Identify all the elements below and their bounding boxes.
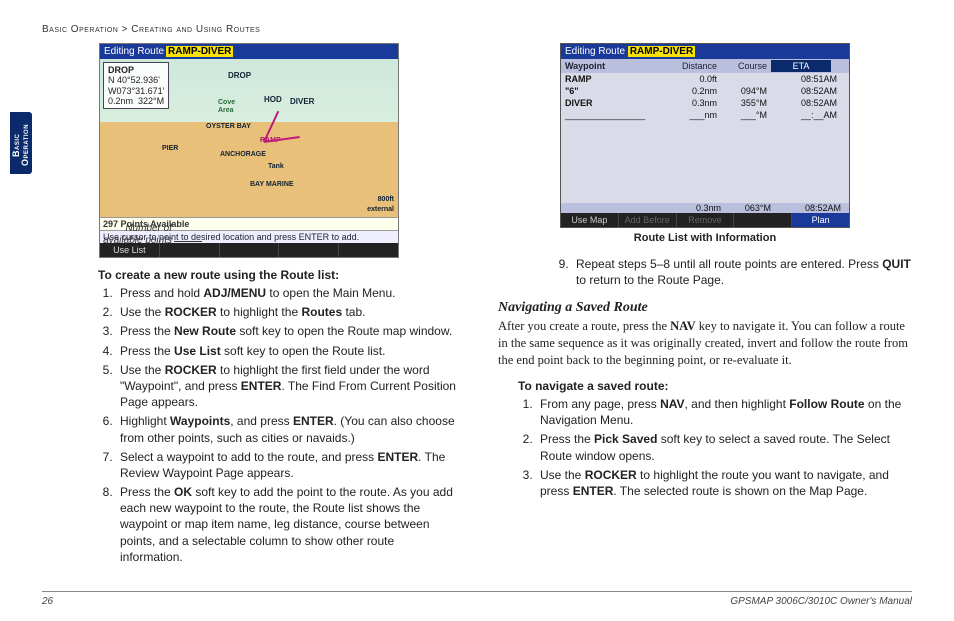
nav-body-paragraph: After you create a route, press the NAV … [498, 318, 912, 369]
figure-caption-route-list: Route List with Information [498, 232, 912, 244]
nav-step-1: From any page, press NAV, and then highl… [536, 396, 912, 428]
step-3: Press the New Route soft key to open the… [116, 323, 456, 339]
callout-points-available: Number of available points [102, 223, 172, 247]
heading-to-navigate: To navigate a saved route: [518, 379, 912, 393]
col-waypoint: Waypoint [561, 60, 661, 72]
softkey-plan[interactable]: Plan [792, 213, 849, 227]
list-totals-row: 0.3nm 063°M 08:52AM [561, 203, 849, 213]
step-2: Use the ROCKER to highlight the Routes t… [116, 304, 456, 320]
map-titlebar: Editing Route RAMP-DIVER [100, 44, 398, 59]
callout-leader-line [174, 241, 202, 242]
table-row: DIVER0.3nm355°M08:52AM [561, 97, 849, 109]
col-eta[interactable]: ETA [771, 60, 831, 72]
table-row: ___________________nm___°M__:__AM [561, 109, 849, 121]
navigate-route-steps: From any page, press NAV, and then highl… [536, 396, 912, 499]
softkey-add-before: Add Before [619, 213, 677, 227]
manual-title: GPSMAP 3006C/3010C Owner's Manual [730, 596, 912, 607]
table-row: "6"0.2nm094°M08:52AM [561, 85, 849, 97]
page-footer: 26 GPSMAP 3006C/3010C Owner's Manual [42, 591, 912, 607]
col-distance: Distance [661, 60, 721, 72]
map-route-name: RAMP-DIVER [166, 46, 233, 57]
list-body: RAMP0.0ft08:51AM "6"0.2nm094°M08:52AM DI… [561, 73, 849, 203]
map-canvas: DROP N 40°52.936' W073°31.671' 0.2nm 322… [100, 59, 398, 217]
step-6: Highlight Waypoints, and press ENTER. (Y… [116, 413, 456, 445]
right-column: Editing Route RAMP-DIVER Waypoint Distan… [498, 43, 912, 568]
col-course: Course [721, 60, 771, 72]
softkey-remove: Remove [677, 213, 735, 227]
figure-route-list: Editing Route RAMP-DIVER Waypoint Distan… [560, 43, 850, 228]
heading-navigating-saved-route: Navigating a Saved Route [498, 300, 912, 316]
page-number: 26 [42, 596, 53, 607]
list-softkey-row: Use Map Add Before Remove Plan [561, 213, 849, 227]
crumb-page: Creating and Using Routes [131, 24, 260, 35]
left-column: Number of available points Editing Route… [42, 43, 456, 568]
step-9: Repeat steps 5–8 until all route points … [572, 256, 912, 288]
table-row: RAMP0.0ft08:51AM [561, 73, 849, 85]
list-header-row: Waypoint Distance Course ETA [561, 59, 849, 73]
breadcrumb: Basic Operation > Creating and Using Rou… [42, 24, 912, 35]
step-8: Press the OK soft key to add the point t… [116, 484, 456, 565]
side-tab-basic-operation: Basic Operation [10, 112, 32, 174]
list-titlebar: Editing Route RAMP-DIVER [561, 44, 849, 59]
nav-step-3: Use the ROCKER to highlight the route yo… [536, 467, 912, 499]
step-1: Press and hold ADJ/MENU to open the Main… [116, 285, 456, 301]
map-labels-layer: DROP HOD DIVER OYSTER BAY ANCHORAGE RAMP… [100, 59, 398, 217]
crumb-section: Basic Operation [42, 24, 118, 35]
heading-create-route: To create a new route using the Route li… [98, 268, 456, 282]
map-title-prefix: Editing Route [104, 46, 164, 57]
softkey-use-map[interactable]: Use Map [561, 213, 619, 227]
crumb-sep: > [122, 24, 128, 35]
create-route-steps: Press and hold ADJ/MENU to open the Main… [116, 285, 456, 565]
nav-step-2: Press the Pick Saved soft key to select … [536, 431, 912, 463]
step-4: Press the Use List soft key to open the … [116, 343, 456, 359]
step-7: Select a waypoint to add to the route, a… [116, 449, 456, 481]
create-route-steps-cont: Repeat steps 5–8 until all route points … [572, 256, 912, 288]
step-5: Use the ROCKER to highlight the first fi… [116, 362, 456, 411]
